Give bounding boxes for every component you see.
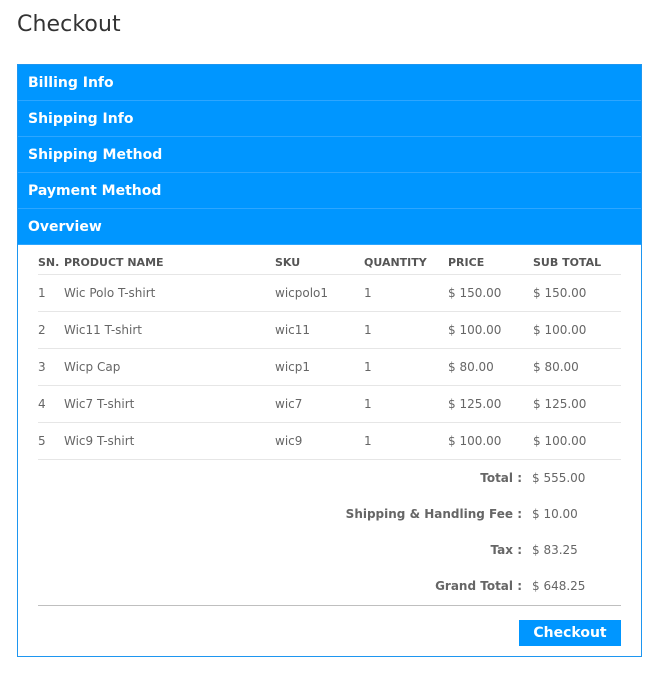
cell-price: $ 100.00	[448, 311, 533, 349]
shipping-fee-row: Shipping & Handling Fee : $ 10.00	[38, 496, 621, 532]
checkout-button[interactable]: Checkout	[519, 620, 621, 646]
cell-sub-total: $ 150.00	[533, 274, 621, 312]
total-value: $ 555.00	[532, 470, 586, 485]
cell-price: $ 80.00	[448, 348, 533, 386]
column-header-product-name: PRODUCT NAME	[64, 251, 275, 275]
cell-sku: wicpolo1	[275, 274, 364, 312]
column-header-sn: SN.	[38, 251, 64, 275]
accordion-payment-method[interactable]: Payment Method	[18, 173, 641, 209]
cell-quantity: 1	[364, 385, 448, 423]
cell-sku: wic11	[275, 311, 364, 349]
checkout-panel: Billing Info Shipping Info Shipping Meth…	[17, 64, 642, 657]
order-items-table: SN. PRODUCT NAME SKU QUANTITY PRICE SUB …	[38, 251, 621, 460]
cell-sub-total: $ 80.00	[533, 348, 621, 386]
table-header-row: SN. PRODUCT NAME SKU QUANTITY PRICE SUB …	[38, 251, 621, 275]
cell-quantity: 1	[364, 311, 448, 349]
cell-product-name: Wicp Cap	[64, 348, 275, 386]
accordion-shipping-info[interactable]: Shipping Info	[18, 101, 641, 137]
cell-sku: wic9	[275, 422, 364, 460]
order-totals: Total : $ 555.00 Shipping & Handling Fee…	[38, 460, 621, 604]
cell-product-name: Wic Polo T-shirt	[64, 274, 275, 312]
total-label: Total :	[480, 470, 522, 485]
column-header-quantity: QUANTITY	[364, 251, 448, 275]
tax-value: $ 83.25	[532, 542, 578, 557]
table-row: 4 Wic7 T-shirt wic7 1 $ 125.00 $ 125.00	[38, 385, 621, 423]
cell-sn: 2	[38, 311, 64, 349]
cell-product-name: Wic7 T-shirt	[64, 385, 275, 423]
cell-quantity: 1	[364, 422, 448, 460]
tax-row: Tax : $ 83.25	[38, 532, 621, 568]
cell-sku: wic7	[275, 385, 364, 423]
total-row: Total : $ 555.00	[38, 460, 621, 496]
cell-product-name: Wic9 T-shirt	[64, 422, 275, 460]
cell-price: $ 100.00	[448, 422, 533, 460]
table-row: 5 Wic9 T-shirt wic9 1 $ 100.00 $ 100.00	[38, 422, 621, 460]
table-row: 2 Wic11 T-shirt wic11 1 $ 100.00 $ 100.0…	[38, 311, 621, 349]
cell-sub-total: $ 125.00	[533, 385, 621, 423]
cell-price: $ 125.00	[448, 385, 533, 423]
table-row: 3 Wicp Cap wicp1 1 $ 80.00 $ 80.00	[38, 348, 621, 386]
column-header-sku: SKU	[275, 251, 364, 275]
totals-divider	[38, 604, 621, 606]
cell-product-name: Wic11 T-shirt	[64, 311, 275, 349]
cell-sub-total: $ 100.00	[533, 311, 621, 349]
cell-price: $ 150.00	[448, 274, 533, 312]
table-row: 1 Wic Polo T-shirt wicpolo1 1 $ 150.00 $…	[38, 274, 621, 312]
shipping-fee-value: $ 10.00	[532, 506, 578, 521]
cell-sku: wicp1	[275, 348, 364, 386]
cell-sn: 5	[38, 422, 64, 460]
cell-sub-total: $ 100.00	[533, 422, 621, 460]
cell-quantity: 1	[364, 274, 448, 312]
page-title: Checkout	[17, 12, 121, 37]
column-header-sub-total: SUB TOTAL	[533, 251, 621, 275]
accordion-overview[interactable]: Overview	[18, 209, 641, 245]
grand-total-label: Grand Total :	[435, 578, 522, 593]
accordion-shipping-method[interactable]: Shipping Method	[18, 137, 641, 173]
cell-quantity: 1	[364, 348, 448, 386]
grand-total-row: Grand Total : $ 648.25	[38, 568, 621, 604]
overview-section: SN. PRODUCT NAME SKU QUANTITY PRICE SUB …	[18, 251, 641, 646]
cell-sn: 3	[38, 348, 64, 386]
column-header-price: PRICE	[448, 251, 533, 275]
tax-label: Tax :	[490, 542, 522, 557]
cell-sn: 4	[38, 385, 64, 423]
cell-sn: 1	[38, 274, 64, 312]
accordion-billing-info[interactable]: Billing Info	[18, 65, 641, 101]
grand-total-value: $ 648.25	[532, 578, 586, 593]
shipping-fee-label: Shipping & Handling Fee :	[345, 506, 522, 521]
